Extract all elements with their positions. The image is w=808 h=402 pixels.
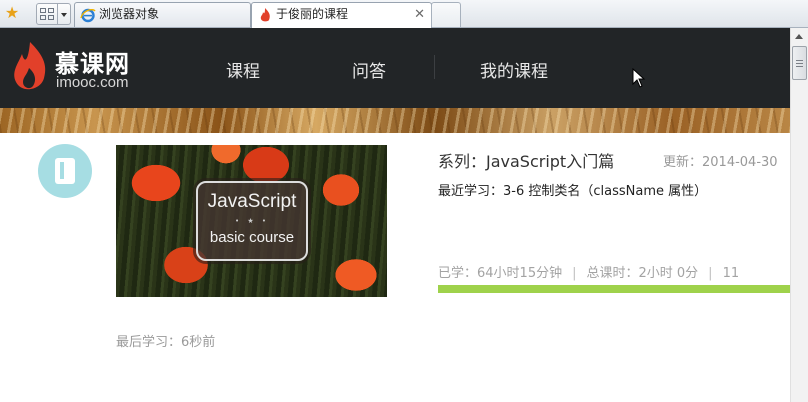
- grip-line: [796, 60, 803, 61]
- logo-subtitle: imooc.com: [56, 74, 129, 91]
- course-series-title[interactable]: 系列：JavaScript入门篇: [438, 148, 614, 172]
- tab-browser-objects[interactable]: 浏览器对象: [74, 2, 251, 27]
- favorites-star-icon[interactable]: ★: [3, 4, 21, 22]
- notebook-icon: [55, 158, 75, 184]
- stats-separator: |: [708, 266, 713, 281]
- thumb-title: JavaScript: [207, 191, 297, 212]
- nav-courses[interactable]: 课程: [226, 57, 260, 82]
- imooc-logo-flame-icon: [14, 42, 46, 90]
- profile-banner-image: [0, 108, 790, 133]
- course-progress-fill: [438, 285, 790, 293]
- grip-line: [796, 66, 803, 67]
- course-thumbnail[interactable]: JavaScript • ★ • basic course: [116, 145, 387, 297]
- tab-list-dropdown-button[interactable]: [58, 3, 71, 25]
- tab-close-icon[interactable]: ✕: [414, 3, 425, 26]
- quick-tabs-button[interactable]: [36, 3, 58, 25]
- nav-my-courses[interactable]: 我的课程: [480, 57, 548, 82]
- course-category-avatar: [38, 144, 92, 198]
- page-scrollbar[interactable]: [790, 28, 808, 402]
- thumb-ornament: • ★ •: [235, 217, 269, 225]
- course-updated-date: 更新：2014-04-30: [663, 155, 778, 170]
- last-study-time: 最后学习：6秒前: [116, 335, 216, 350]
- grid-cell-icon: [48, 8, 54, 13]
- site-logo[interactable]: 慕课网 imooc.com: [10, 40, 150, 100]
- scrollbar-thumb[interactable]: [792, 46, 807, 80]
- grid-cell-icon: [40, 8, 46, 13]
- recent-lesson-link[interactable]: 最近学习：3-6 控制类名（className 属性）: [438, 180, 707, 199]
- thumb-subtitle: basic course: [209, 229, 295, 246]
- stats-separator: |: [572, 266, 577, 281]
- new-tab-button[interactable]: [431, 2, 461, 27]
- nav-qa[interactable]: 问答: [352, 57, 386, 82]
- course-stats: 已学：64小时15分钟 | 总课时：2小时 0分 | 11: [438, 262, 739, 281]
- grid-cell-icon: [40, 15, 46, 20]
- tab-label: 于俊丽的课程: [276, 7, 349, 21]
- mouse-cursor-icon: [632, 68, 646, 88]
- browser-tab-strip: ★ 浏览器对象 于俊丽的课程 ✕: [0, 0, 808, 28]
- imooc-flame-icon: [260, 8, 270, 22]
- stats-extra: 11: [722, 266, 740, 281]
- grip-line: [796, 63, 803, 64]
- nav-divider: [434, 55, 435, 79]
- course-thumbnail-badge: JavaScript • ★ • basic course: [196, 181, 308, 261]
- learned-time: 已学：64小时15分钟: [438, 266, 563, 281]
- total-time: 总课时：2小时 0分: [586, 266, 699, 281]
- tab-my-courses[interactable]: 于俊丽的课程 ✕: [251, 2, 432, 28]
- course-progress-bar: [438, 285, 790, 293]
- scroll-up-arrow-icon[interactable]: [792, 29, 807, 44]
- ie-icon: [80, 8, 96, 23]
- tab-label: 浏览器对象: [99, 7, 160, 21]
- site-header: 慕课网 imooc.com 课程 问答 我的课程: [0, 28, 790, 108]
- grid-cell-icon: [48, 15, 54, 20]
